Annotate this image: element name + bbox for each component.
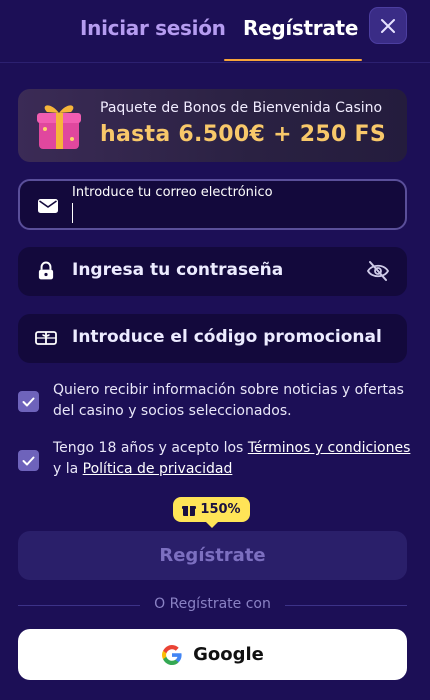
divider-line-right bbox=[285, 605, 407, 606]
tab-register[interactable]: Regístrate bbox=[243, 16, 358, 40]
newsletter-consent-text: Quiero recibir información sobre noticia… bbox=[53, 382, 404, 419]
auth-header: Iniciar sesión Regístrate bbox=[0, 0, 430, 63]
checkmark-icon bbox=[22, 456, 35, 465]
close-button[interactable] bbox=[369, 7, 407, 44]
google-icon bbox=[162, 644, 182, 665]
terms-checkbox[interactable] bbox=[18, 450, 39, 471]
active-tab-indicator bbox=[224, 59, 362, 61]
gift-icon bbox=[182, 505, 197, 516]
close-icon bbox=[381, 18, 395, 33]
password-placeholder: Ingresa tu contraseña bbox=[72, 260, 284, 280]
bonus-amount: hasta 6.500€ + 250 FS bbox=[100, 122, 387, 147]
eye-off-icon[interactable] bbox=[366, 260, 390, 282]
promo-code-field[interactable]: Introduce el código promocional bbox=[18, 314, 407, 363]
promo-badge: 150% bbox=[173, 497, 250, 528]
newsletter-checkbox[interactable] bbox=[18, 391, 39, 412]
welcome-bonus-banner: Paquete de Bonos de Bienvenida Casino ha… bbox=[18, 89, 407, 162]
bonus-title: Paquete de Bonos de Bienvenida Casino bbox=[100, 100, 383, 116]
text-caret bbox=[72, 203, 73, 223]
lock-icon bbox=[38, 261, 54, 280]
email-label: Introduce tu correo electrónico bbox=[72, 185, 273, 200]
terms-consent-text: Tengo 18 años y acepto los Términos y co… bbox=[53, 438, 413, 480]
google-label: Google bbox=[193, 644, 264, 665]
password-field[interactable]: Ingresa tu contraseña bbox=[18, 247, 407, 296]
terms-link[interactable]: Términos y condiciones bbox=[248, 440, 411, 456]
privacy-link[interactable]: Política de privacidad bbox=[83, 461, 233, 477]
terms-prefix: Tengo 18 años y acepto los bbox=[53, 440, 248, 456]
tab-login[interactable]: Iniciar sesión bbox=[80, 16, 226, 40]
register-submit-button[interactable]: Regístrate bbox=[18, 531, 407, 580]
coupon-icon bbox=[35, 331, 57, 345]
gift-icon bbox=[37, 105, 81, 149]
promo-badge-value: 150% bbox=[200, 502, 241, 517]
email-field[interactable]: Introduce tu correo electrónico bbox=[18, 179, 407, 230]
google-signin-button[interactable]: Google bbox=[18, 629, 407, 680]
divider-text: O Regístrate con bbox=[154, 596, 271, 612]
terms-mid: y la bbox=[53, 461, 83, 477]
promo-code-placeholder: Introduce el código promocional bbox=[72, 327, 382, 347]
envelope-icon bbox=[38, 199, 58, 213]
social-divider: O Regístrate con bbox=[18, 596, 407, 614]
checkmark-icon bbox=[22, 397, 35, 406]
